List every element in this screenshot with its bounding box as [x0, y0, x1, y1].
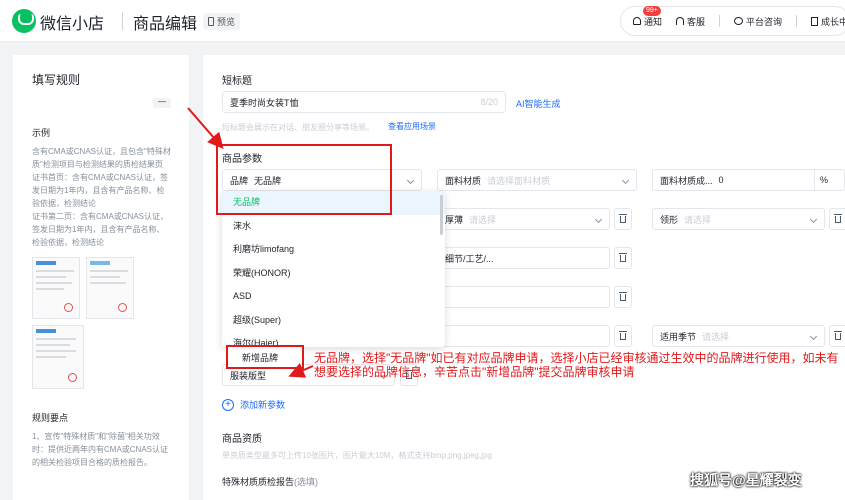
- arrow-to-version: [288, 362, 314, 378]
- arrow-to-params: [187, 107, 224, 150]
- annotation-text: 无品牌，选择"无品牌"如已有对应品牌申请，选择小店已经审核通过生效中的品牌进行使…: [314, 351, 839, 379]
- watermark: 搜狐号@星耀裂变: [690, 472, 802, 488]
- annotation-arrows: [187, 107, 314, 378]
